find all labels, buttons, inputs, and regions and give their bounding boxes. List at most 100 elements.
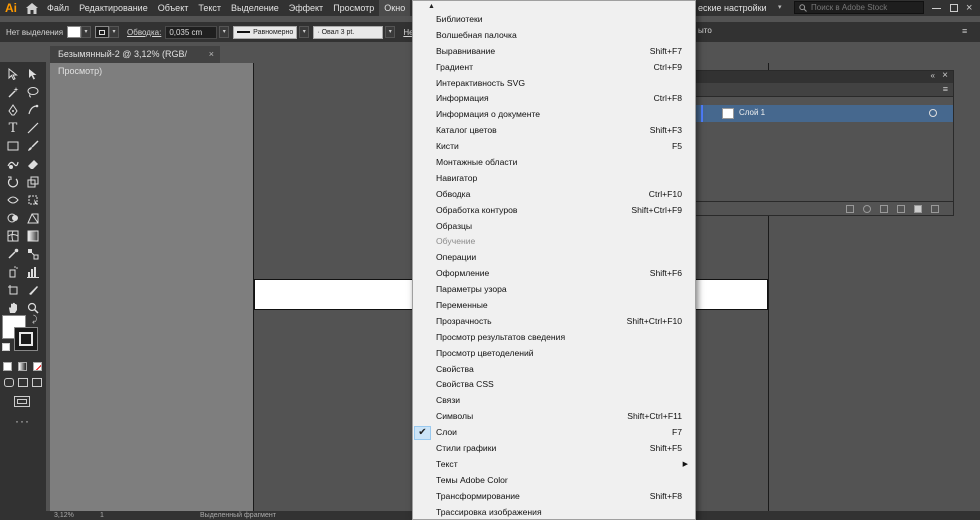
window-menu-item[interactable]: Градиент Ctrl+F9 <box>413 60 695 76</box>
stroke-swatch[interactable] <box>95 26 110 38</box>
window-menu-item[interactable]: Обработка контуров Shift+Ctrl+F9 <box>413 203 695 219</box>
column-graph-tool-icon[interactable] <box>24 264 42 280</box>
window-menu-item[interactable]: Информация Ctrl+F8 <box>413 91 695 107</box>
menu-select[interactable]: Выделение <box>226 0 284 16</box>
type-tool-icon[interactable]: T <box>4 120 22 136</box>
scale-tool-icon[interactable] <box>24 174 42 190</box>
hand-tool-icon[interactable] <box>4 300 22 316</box>
window-menu-item[interactable]: ✔ Слои F7 <box>413 425 695 441</box>
paintbrush-tool-icon[interactable] <box>24 138 42 154</box>
window-menu-item[interactable]: Кисти F5 <box>413 139 695 155</box>
menu-effect[interactable]: Эффект <box>284 0 328 16</box>
menu-view[interactable]: Просмотр <box>328 0 379 16</box>
rectangle-tool-icon[interactable] <box>4 138 22 154</box>
direct-selection-tool-icon[interactable] <box>24 66 42 82</box>
menu-file[interactable]: Файл <box>42 0 74 16</box>
rotate-tool-icon[interactable] <box>4 174 22 190</box>
symbol-sprayer-tool-icon[interactable] <box>4 264 22 280</box>
lasso-tool-icon[interactable] <box>24 84 42 100</box>
mesh-tool-icon[interactable] <box>4 228 22 244</box>
window-menu-item[interactable]: Текст ▶ <box>413 457 695 473</box>
panel-menu-icon[interactable]: ≡ <box>962 26 967 36</box>
stroke-profile-select[interactable]: Равномерно <box>233 25 298 39</box>
curvature-tool-icon[interactable] <box>24 102 42 118</box>
window-menu-item[interactable]: Параметры узора <box>413 282 695 298</box>
stroke-color-box[interactable] <box>14 327 38 351</box>
pen-tool-icon[interactable] <box>4 102 22 118</box>
gradient-tool-icon[interactable] <box>24 228 42 244</box>
stroke-chevron-icon[interactable]: ▾ <box>109 26 120 38</box>
zoom-level[interactable]: 3,12% <box>0 512 100 519</box>
shape-builder-tool-icon[interactable] <box>4 210 22 226</box>
window-menu-item[interactable]: Переменные <box>413 298 695 314</box>
brush-select[interactable]: · Овал 3 pt. <box>313 25 384 39</box>
screen-mode-icon[interactable] <box>14 396 30 407</box>
locate-object-icon[interactable] <box>863 204 871 213</box>
eyedropper-tool-icon[interactable] <box>4 246 22 262</box>
window-menu-item[interactable]: Свойства <box>413 362 695 378</box>
collect-export-icon[interactable] <box>846 204 854 213</box>
window-menu-item[interactable]: Просмотр результатов сведения <box>413 330 695 346</box>
window-menu-item[interactable]: Операции <box>413 250 695 266</box>
edit-toolbar-icon[interactable]: ··· <box>15 414 30 428</box>
window-menu-item[interactable]: Прозрачность Shift+Ctrl+F10 <box>413 314 695 330</box>
perspective-grid-tool-icon[interactable] <box>24 210 42 226</box>
eraser-tool-icon[interactable] <box>24 156 42 172</box>
new-sublayer-icon[interactable] <box>897 204 905 213</box>
layers-panel-menu-icon[interactable]: ≡ <box>943 84 948 94</box>
menu-object[interactable]: Объект <box>153 0 194 16</box>
window-menu-item[interactable]: Навигатор <box>413 171 695 187</box>
window-menu-item[interactable]: Оформление Shift+F6 <box>413 266 695 282</box>
window-menu-item[interactable]: Свойства CSS <box>413 377 695 393</box>
fill-chevron-icon[interactable]: ▾ <box>81 26 92 38</box>
clipping-mask-icon[interactable] <box>880 204 888 213</box>
window-menu-item[interactable]: Символы Shift+Ctrl+F11 <box>413 409 695 425</box>
draw-mode-icon[interactable] <box>4 378 14 387</box>
swap-fill-stroke-icon[interactable]: ⤸ <box>32 314 37 325</box>
window-menu-item[interactable]: Каталог цветов Shift+F3 <box>413 123 695 139</box>
window-menu-item[interactable]: Связи <box>413 393 695 409</box>
stroke-weight-chevron-icon[interactable]: ▾ <box>219 26 230 38</box>
stock-search-input[interactable]: Поиск в Adobe Stock <box>794 1 924 14</box>
color-mode-icon[interactable] <box>3 362 12 371</box>
window-menu-item[interactable]: Просмотр цветоделений <box>413 346 695 362</box>
maximize-icon[interactable] <box>950 4 958 12</box>
artboard-tool-icon[interactable] <box>4 282 22 298</box>
selection-tool-icon[interactable] <box>4 66 22 82</box>
width-tool-icon[interactable] <box>4 192 22 208</box>
window-menu-item[interactable]: Темы Adobe Color <box>413 473 695 489</box>
window-menu-item[interactable]: Монтажные области <box>413 155 695 171</box>
document-tab[interactable]: Безымянный-2 @ 3,12% (RGB/Просмотр) × <box>50 46 220 76</box>
scroll-up-arrow-icon[interactable]: ▲ <box>428 3 435 10</box>
window-menu-item[interactable]: Трансформирование Shift+F8 <box>413 489 695 505</box>
default-colors-icon[interactable] <box>2 343 10 351</box>
window-menu-item[interactable]: Информация о документе <box>413 107 695 123</box>
menu-type[interactable]: Текст <box>193 0 226 16</box>
gradient-mode-icon[interactable] <box>18 362 27 371</box>
close-tab-icon[interactable]: × <box>209 46 214 63</box>
window-menu-item[interactable]: Волшебная палочка <box>413 28 695 44</box>
menu-window[interactable]: Окно <box>379 0 411 16</box>
draw-inside-icon[interactable] <box>32 378 42 387</box>
window-menu-item[interactable]: Стили графики Shift+F5 <box>413 441 695 457</box>
stroke-profile-chevron-icon[interactable]: ▾ <box>299 26 310 38</box>
delete-layer-icon[interactable] <box>931 204 939 213</box>
menu-edit[interactable]: Редактирование <box>74 0 153 16</box>
magic-wand-tool-icon[interactable] <box>4 84 22 100</box>
window-menu-item[interactable]: Библиотеки <box>413 12 695 28</box>
layer-row[interactable]: Слой 1 <box>695 105 953 122</box>
workspace-chevron-icon[interactable]: ▾ <box>778 0 782 16</box>
new-layer-icon[interactable] <box>914 204 922 213</box>
window-menu-item[interactable]: Обводка Ctrl+F10 <box>413 187 695 203</box>
none-mode-icon[interactable] <box>33 362 42 371</box>
brush-chevron-icon[interactable]: ▾ <box>385 26 396 38</box>
minimize-icon[interactable] <box>932 8 941 9</box>
collapse-panel-icon[interactable]: « <box>931 71 935 80</box>
stroke-weight-input[interactable]: 0,035 cm <box>165 25 218 39</box>
artboard-number[interactable]: 1 <box>100 512 200 519</box>
layer-target-icon[interactable] <box>929 109 937 117</box>
window-menu-item[interactable]: Интерактивность SVG <box>413 76 695 92</box>
window-menu-item[interactable]: Трассировка изображения <box>413 505 695 520</box>
blend-tool-icon[interactable] <box>24 246 42 262</box>
home-icon[interactable] <box>22 0 42 16</box>
